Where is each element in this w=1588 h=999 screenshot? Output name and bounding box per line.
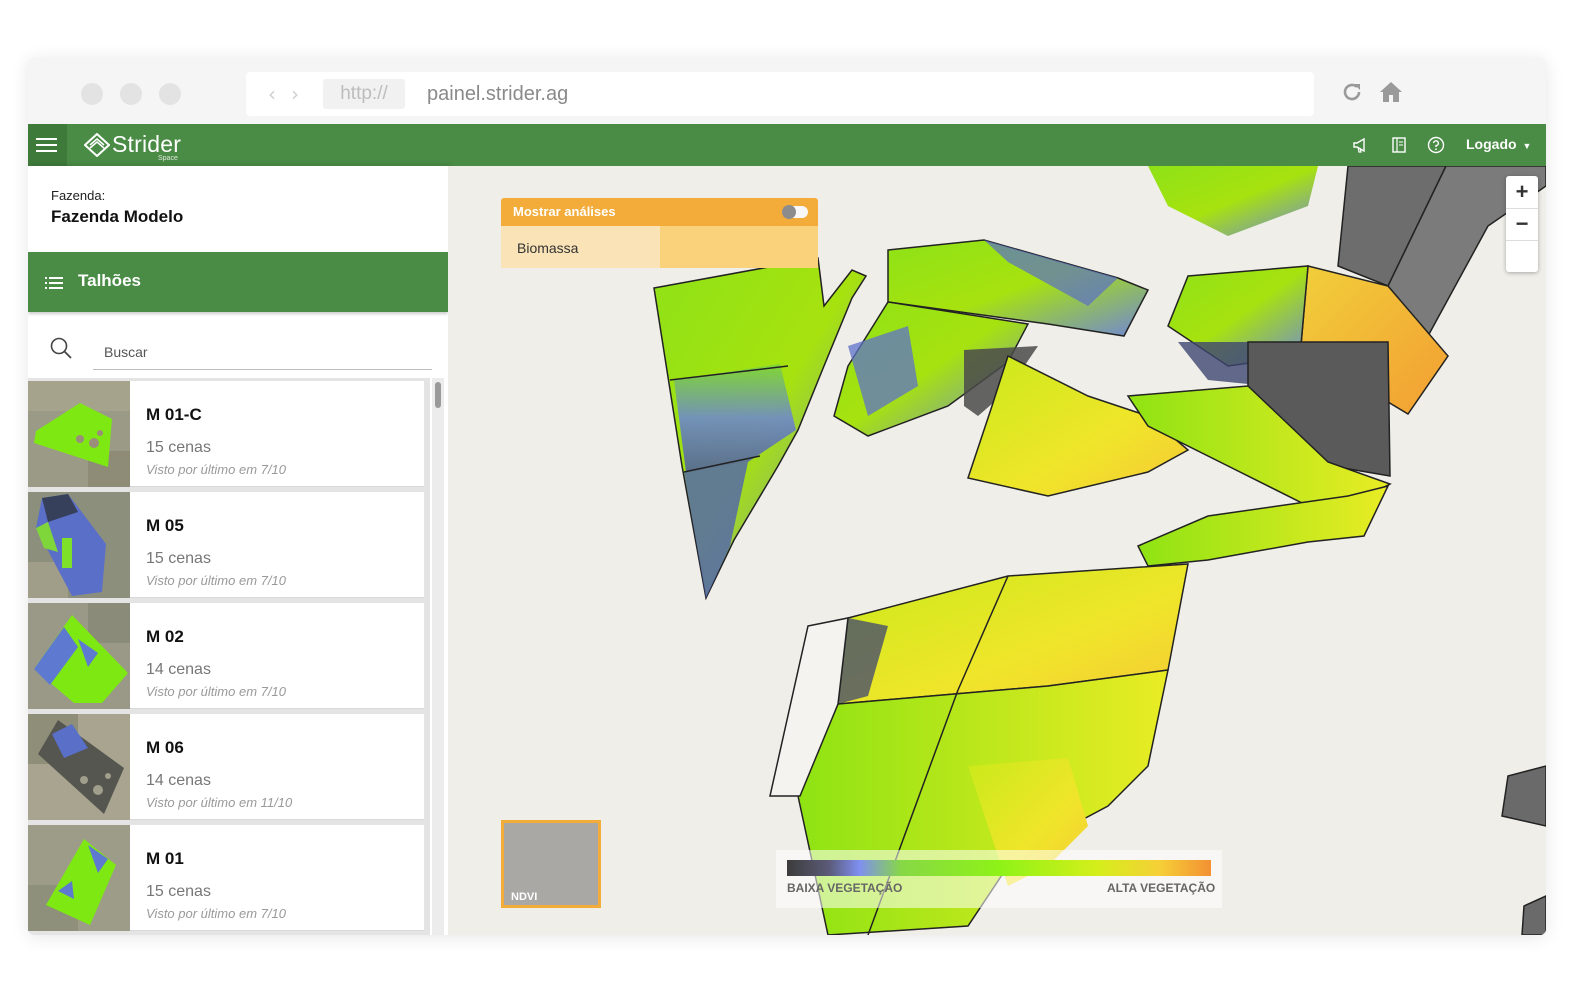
- analysis-toggle-label: Mostrar análises: [513, 204, 616, 219]
- analysis-toggle-switch[interactable]: [782, 205, 808, 219]
- sidebar: Fazenda: Fazenda Modelo Talhões Buscar M…: [28, 166, 448, 935]
- plot-card[interactable]: M 05 15 cenas Visto por último em 7/10: [28, 492, 424, 598]
- plots-list: M 01-C 15 cenas Visto por último em 7/10: [28, 378, 430, 935]
- window-close-button[interactable]: [81, 83, 103, 105]
- legend-high-label: ALTA VEGETAÇÃO: [1107, 881, 1216, 895]
- book-icon[interactable]: [1391, 136, 1407, 154]
- ndvi-legend: BAIXA VEGETAÇÃO ALTA VEGETAÇÃO: [776, 850, 1222, 908]
- zoom-control: + −: [1506, 176, 1538, 272]
- list-icon: [45, 277, 63, 289]
- plot-scenes: 14 cenas: [146, 772, 211, 789]
- farm-name[interactable]: Fazenda Modelo: [51, 207, 183, 227]
- plot-card[interactable]: M 06 14 cenas Visto por último em 11/10: [28, 714, 424, 820]
- menu-icon-line: [36, 138, 57, 140]
- plot-name: M 01-C: [146, 405, 202, 424]
- search-icon[interactable]: [49, 336, 73, 360]
- plot-thumbnail: [28, 714, 130, 820]
- plot-name: M 02: [146, 627, 184, 646]
- logo-subtitle: Space: [158, 155, 178, 162]
- plot-name: M 06: [146, 738, 184, 757]
- plot-thumbnail: [28, 603, 130, 709]
- plot-last-seen: Visto por último em 7/10: [146, 684, 286, 699]
- menu-icon-line: [36, 150, 57, 152]
- toggle-knob: [782, 205, 796, 219]
- analysis-option-label: Biomassa: [517, 240, 579, 256]
- ndvi-layer-label: NDVI: [511, 891, 538, 903]
- logo-text: Strider: [112, 131, 182, 157]
- analysis-toggle-header[interactable]: Mostrar análises: [501, 198, 818, 226]
- plot-thumbnail: [28, 381, 130, 487]
- app-bar: Strider Space Logado ▼: [28, 124, 1546, 166]
- strider-logo-icon: [84, 133, 110, 157]
- plot-last-seen: Visto por último em 11/10: [146, 795, 293, 810]
- legend-low-label: BAIXA VEGETAÇÃO: [787, 881, 903, 895]
- analysis-options: Biomassa: [501, 226, 818, 268]
- caret-down-icon: ▼: [1522, 141, 1532, 151]
- back-arrow-icon[interactable]: ‹: [268, 82, 276, 106]
- url-protocol: http://: [323, 79, 405, 109]
- plot-scenes: 15 cenas: [146, 439, 211, 456]
- plot-card[interactable]: M 01-C 15 cenas Visto por último em 7/10: [28, 381, 424, 487]
- analysis-option-biomassa[interactable]: Biomassa: [501, 226, 660, 268]
- plot-last-seen: Visto por último em 7/10: [146, 906, 286, 921]
- browser-chrome: ‹ › http:// painel.strider.ag: [28, 58, 1546, 124]
- plot-card[interactable]: M 02 14 cenas Visto por último em 7/10: [28, 603, 424, 709]
- plot-thumbnail: [28, 825, 130, 931]
- forward-arrow-icon[interactable]: ›: [291, 82, 299, 106]
- megaphone-icon[interactable]: [1352, 136, 1370, 154]
- user-menu[interactable]: Logado ▼: [1466, 136, 1531, 152]
- plot-scenes: 15 cenas: [146, 883, 211, 900]
- menu-icon-line: [36, 144, 57, 146]
- plot-scenes: 15 cenas: [146, 550, 211, 567]
- window-maximize-button[interactable]: [159, 83, 181, 105]
- zoom-divider: [1506, 240, 1538, 241]
- plot-name: M 05: [146, 516, 184, 535]
- user-label: Logado: [1466, 136, 1517, 152]
- plot-card[interactable]: M 01 15 cenas Visto por último em 7/10: [28, 825, 424, 931]
- zoom-out-button[interactable]: −: [1506, 208, 1538, 240]
- field-map-graphic[interactable]: [448, 166, 1546, 935]
- plots-scrollbar[interactable]: [432, 378, 444, 935]
- menu-button[interactable]: [28, 124, 67, 166]
- plot-last-seen: Visto por último em 7/10: [146, 573, 286, 588]
- analysis-panel: Mostrar análises Biomassa: [501, 198, 818, 268]
- map-view[interactable]: Mostrar análises Biomassa + − NDVI BAIXA…: [448, 166, 1546, 935]
- legend-gradient-bar: [787, 860, 1211, 876]
- farm-label: Fazenda:: [51, 188, 106, 203]
- plot-thumbnail: [28, 492, 130, 598]
- zoom-in-button[interactable]: +: [1506, 176, 1538, 208]
- plots-title: Talhões: [78, 271, 141, 290]
- scrollbar-thumb[interactable]: [435, 382, 441, 408]
- address-bar[interactable]: ‹ › http:// painel.strider.ag: [246, 72, 1314, 116]
- help-icon[interactable]: [1427, 136, 1445, 154]
- ndvi-layer-button[interactable]: NDVI: [501, 820, 601, 908]
- plot-last-seen: Visto por último em 7/10: [146, 462, 286, 477]
- url-text[interactable]: painel.strider.ag: [427, 83, 568, 106]
- window-minimize-button[interactable]: [120, 83, 142, 105]
- browser-window: ‹ › http:// painel.strider.ag Strider Sp…: [28, 58, 1546, 935]
- search-input[interactable]: [93, 334, 432, 370]
- plots-header[interactable]: Talhões: [28, 252, 448, 312]
- plot-scenes: 14 cenas: [146, 661, 211, 678]
- reload-icon[interactable]: [1340, 80, 1364, 104]
- home-icon[interactable]: [1379, 80, 1403, 104]
- plot-name: M 01: [146, 849, 184, 868]
